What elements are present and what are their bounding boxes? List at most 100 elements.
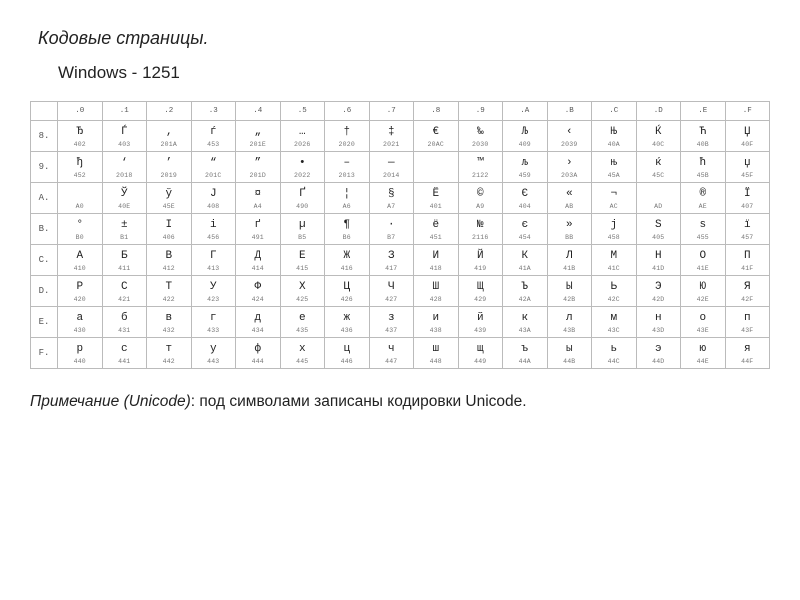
code-cell: у443	[191, 338, 236, 369]
cell-char: ¬	[592, 189, 636, 201]
cell-char: Ў	[103, 189, 147, 201]
cell-code: 42B	[548, 296, 592, 303]
cell-code: 490	[281, 203, 325, 210]
cell-code: 455	[681, 234, 725, 241]
cell-char: ®	[681, 189, 725, 201]
cell-code: 406	[147, 234, 191, 241]
cell-code: 403	[103, 141, 147, 148]
code-cell: о43E	[681, 307, 726, 338]
cell-char: Ґ	[281, 189, 325, 201]
cell-code: 2039	[548, 141, 592, 148]
code-cell: х 445	[280, 338, 325, 369]
cell-code: 459	[503, 172, 547, 179]
code-cell: ‚201A	[147, 121, 192, 152]
cell-char: •	[281, 158, 325, 170]
cell-char: ѓ	[192, 127, 236, 139]
code-cell: г433	[191, 307, 236, 338]
code-cell: »BB	[547, 214, 592, 245]
code-cell: ї457	[725, 214, 770, 245]
cell-code: 43C	[592, 327, 636, 334]
cell-code: 429	[459, 296, 503, 303]
cell-code: 44A	[503, 358, 547, 365]
cell-code: 424	[236, 296, 280, 303]
code-cell: µB5	[280, 214, 325, 245]
cell-code: 201A	[147, 141, 191, 148]
cell-code: 2116	[459, 234, 503, 241]
code-cell: і456	[191, 214, 236, 245]
cell-code: 458	[592, 234, 636, 241]
cell-code: 420	[58, 296, 102, 303]
cell-code: 2021	[370, 141, 414, 148]
code-cell: “201C	[191, 152, 236, 183]
cell-char: Е	[281, 251, 325, 263]
cell-char	[414, 162, 458, 174]
cell-char: ‘	[103, 158, 147, 170]
cell-code: 44C	[592, 358, 636, 365]
cell-code: A9	[459, 203, 503, 210]
code-cell: ™2122	[458, 152, 503, 183]
cell-code: 417	[370, 265, 414, 272]
code-cell: ”201D	[236, 152, 281, 183]
cell-char: Џ	[726, 127, 770, 139]
cell-char: Л	[548, 251, 592, 263]
row-header: D.	[31, 276, 58, 307]
row-header: A.	[31, 183, 58, 214]
cell-code: B5	[281, 234, 325, 241]
cell-code: 414	[236, 265, 280, 272]
code-cell: Д414	[236, 245, 281, 276]
codepage-table: .0.1.2.3.4.5.6.7.8.9.A.B.C.D.E.F 8.Ђ402Ѓ…	[30, 101, 770, 369]
code-cell: Є404	[503, 183, 548, 214]
code-cell: Ц426	[325, 276, 370, 307]
code-cell: Ї407	[725, 183, 770, 214]
code-cell: ¦A6	[325, 183, 370, 214]
code-cell: Х425	[280, 276, 325, 307]
code-cell: љ 459	[503, 152, 548, 183]
cell-char: Ј	[192, 189, 236, 201]
code-cell: Ж416	[325, 245, 370, 276]
cell-char: Т	[147, 282, 191, 294]
cell-code: 2030	[459, 141, 503, 148]
cell-code: A7	[370, 203, 414, 210]
cell-code: 43F	[726, 327, 770, 334]
cell-code: AC	[592, 203, 636, 210]
cell-code: 445	[281, 358, 325, 365]
code-cell: П41F	[725, 245, 770, 276]
cell-char	[58, 189, 102, 201]
code-cell: Б411	[102, 245, 147, 276]
cell-code: 41A	[503, 265, 547, 272]
cell-char: в	[147, 313, 191, 325]
code-cell: К 41A	[503, 245, 548, 276]
cell-char: Н	[637, 251, 681, 263]
cell-char: ¤	[236, 189, 280, 201]
cell-char: д	[236, 313, 280, 325]
cell-char: Ќ	[637, 127, 681, 139]
col-header: .F	[725, 102, 770, 121]
cell-code: 201D	[236, 172, 280, 179]
cell-code: 416	[325, 265, 369, 272]
col-header: .8	[414, 102, 459, 121]
cell-code: 20AC	[414, 141, 458, 148]
code-cell: •2022	[280, 152, 325, 183]
code-cell: З 417	[369, 245, 414, 276]
code-cell: ѕ455	[681, 214, 726, 245]
cell-char: З	[370, 251, 414, 263]
row-header: C.	[31, 245, 58, 276]
cell-char: ч	[370, 344, 414, 356]
cell-char: л	[548, 313, 592, 325]
cell-char: ы	[548, 344, 592, 356]
cell-char: к	[503, 313, 547, 325]
col-header: .9	[458, 102, 503, 121]
code-cell: §A7	[369, 183, 414, 214]
cell-char: К	[503, 251, 547, 263]
code-cell: ±B1	[102, 214, 147, 245]
row-header: B.	[31, 214, 58, 245]
cell-char: Ђ	[58, 127, 102, 139]
cell-char: х	[281, 344, 325, 356]
cell-char: љ	[503, 158, 547, 170]
row-header: 8.	[31, 121, 58, 152]
code-cell: р440	[58, 338, 103, 369]
page-title: Кодовые страницы.	[38, 28, 770, 49]
code-cell: Ћ40B	[681, 121, 726, 152]
col-header: .C	[592, 102, 637, 121]
code-cell: а430	[58, 307, 103, 338]
